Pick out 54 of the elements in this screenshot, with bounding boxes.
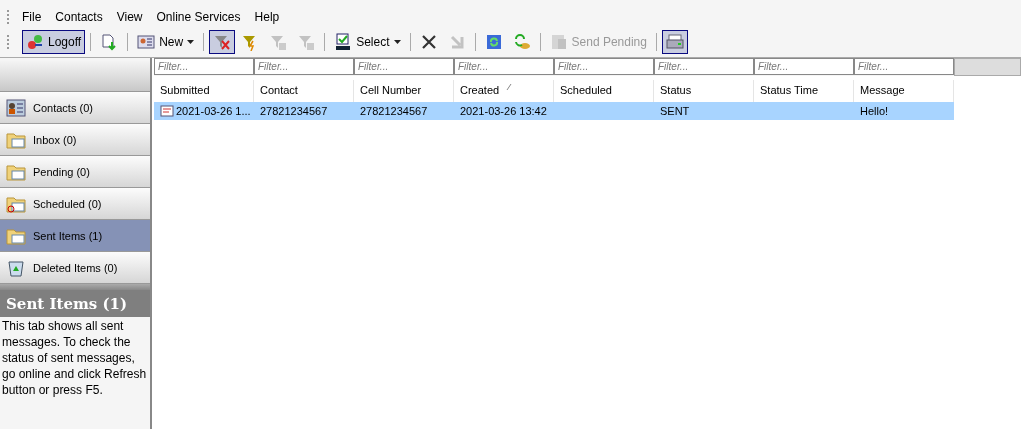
filter-clear-icon <box>213 33 232 51</box>
folder-icon <box>6 226 26 245</box>
message-icon <box>160 104 174 118</box>
table-cell: 27821234567 <box>360 105 428 117</box>
toolbar-button[interactable]: New <box>133 30 199 54</box>
table-cell: 27821234567 <box>260 105 328 117</box>
menu-item[interactable]: Help <box>252 10 292 24</box>
folder-clock-icon <box>6 194 26 213</box>
panel-title: Sent Items (1) <box>0 290 150 317</box>
refresh-coins-icon <box>512 33 531 51</box>
filter-field[interactable]: Filter... <box>354 58 454 75</box>
nav-button[interactable]: Pending (0) <box>0 156 150 188</box>
table-cell: 2021-03-26 1... <box>176 105 251 117</box>
filter-field[interactable]: Filter... <box>854 58 954 75</box>
filter-icon <box>269 33 288 51</box>
trash-icon <box>6 258 26 277</box>
filter-field[interactable]: Filter... <box>454 58 554 75</box>
logoff-icon <box>26 33 44 51</box>
contact-card-icon <box>137 33 156 51</box>
toolbar-button[interactable]: Select <box>330 30 405 54</box>
nav-button[interactable]: Scheduled (0) <box>0 188 150 220</box>
filter-field[interactable]: Filter... <box>154 58 254 75</box>
delete-icon <box>419 33 438 51</box>
caret-icon <box>187 40 195 44</box>
toolbar-button[interactable]: Logoff <box>22 30 86 54</box>
nav-button[interactable]: Sent Items (1) <box>0 220 150 252</box>
menu-item[interactable]: View <box>114 10 155 24</box>
folder-icon <box>6 130 26 149</box>
menu-item[interactable]: Online Services <box>154 10 253 24</box>
table-cell: Hello! <box>860 105 889 117</box>
table-cell: 2021-03-26 13:42 <box>460 105 547 117</box>
folder-icon <box>6 162 26 181</box>
toolbar-button[interactable] <box>661 30 688 54</box>
menu-item[interactable]: Contacts <box>53 10 115 24</box>
caret-icon <box>393 40 401 44</box>
select-all-icon <box>334 33 353 51</box>
toolbar-button[interactable] <box>209 30 236 54</box>
table-row[interactable]: 2021-03-26 1... 27821234567 27821234567 2021-03-26 13:42 SENT Hello! <box>154 102 954 120</box>
table-cell: SENT <box>660 105 690 117</box>
filter-icon <box>297 33 316 51</box>
refresh-icon <box>484 33 503 51</box>
contacts-icon <box>6 98 26 117</box>
nav-button[interactable]: Contacts (0) <box>0 92 150 124</box>
filter-field[interactable]: Filter... <box>754 58 854 75</box>
sort-icon <box>506 84 512 90</box>
filter-field[interactable]: Filter... <box>254 58 354 75</box>
splitter-grip[interactable] <box>0 284 150 290</box>
nav-button[interactable]: Inbox (0) <box>0 124 150 156</box>
filter-field[interactable]: Filter... <box>654 58 754 75</box>
filter-field[interactable]: Filter... <box>554 58 654 75</box>
menu-item[interactable]: File <box>20 10 54 24</box>
export-icon <box>100 33 119 51</box>
nav-button[interactable]: Deleted Items (0) <box>0 252 150 284</box>
print-icon <box>665 33 684 51</box>
